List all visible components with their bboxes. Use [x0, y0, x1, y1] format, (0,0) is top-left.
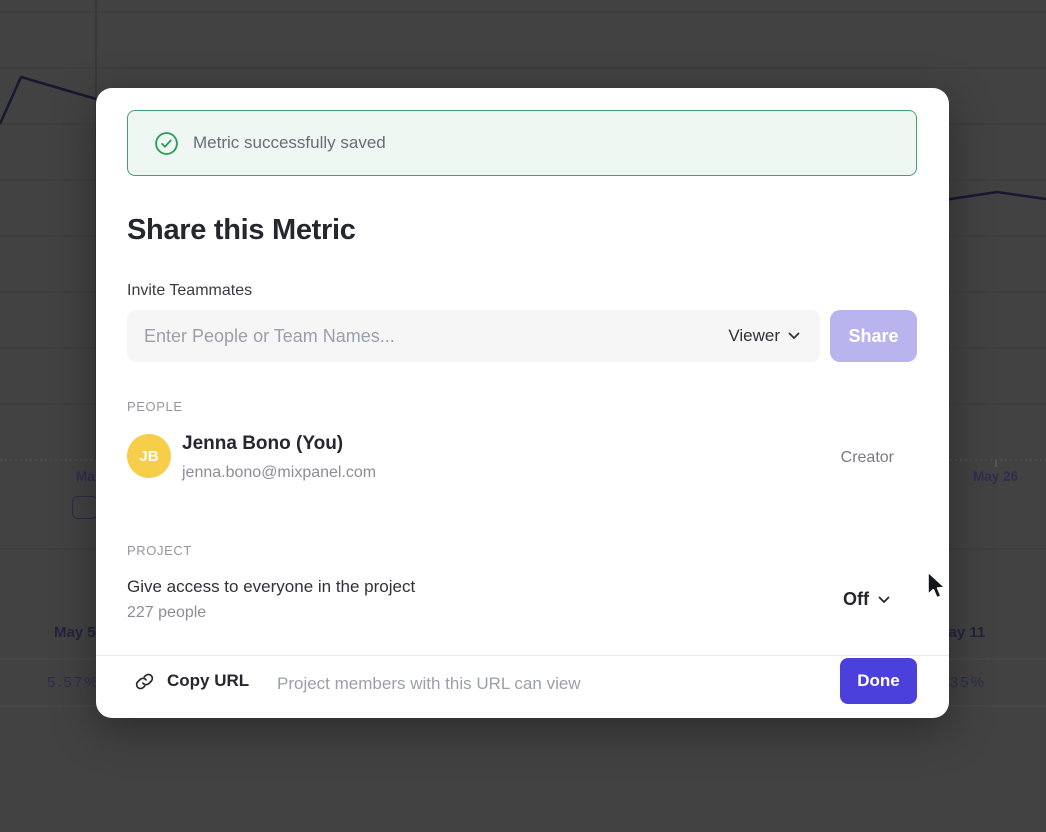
footer-hint: Project members with this URL can view — [277, 674, 581, 694]
footer-divider — [96, 655, 949, 656]
people-section-heading: PEOPLE — [127, 399, 183, 414]
chevron-down-icon — [878, 596, 890, 604]
chevron-down-icon — [788, 332, 800, 340]
project-access-title: Give access to everyone in the project — [127, 577, 415, 597]
role-dropdown-value: Viewer — [728, 326, 780, 346]
success-toast: Metric successfully saved — [127, 110, 917, 176]
table-value-right: 35% — [950, 674, 986, 691]
legend-chip — [72, 496, 98, 519]
invite-input[interactable] — [142, 325, 726, 348]
avatar: JB — [127, 434, 171, 478]
share-button[interactable]: Share — [830, 310, 917, 362]
link-icon — [135, 672, 154, 691]
project-access-dropdown[interactable]: Off — [843, 589, 890, 610]
toast-message: Metric successfully saved — [193, 133, 386, 153]
share-metric-modal: Metric successfully saved Share this Met… — [96, 88, 949, 718]
done-button[interactable]: Done — [840, 658, 917, 704]
project-access-dropdown-value: Off — [843, 589, 869, 610]
invite-input-container: Viewer — [127, 310, 820, 362]
project-access-subtitle: 227 people — [127, 604, 206, 622]
x-axis-label-partial: Ma — [76, 469, 95, 484]
table-value-left: 5.57% — [47, 674, 100, 691]
modal-title: Share this Metric — [127, 214, 356, 247]
member-email: jenna.bono@mixpanel.com — [182, 464, 376, 482]
copy-url-button[interactable]: Copy URL — [135, 671, 249, 691]
role-dropdown[interactable]: Viewer — [726, 320, 802, 352]
copy-url-label: Copy URL — [167, 671, 249, 691]
member-role: Creator — [841, 449, 894, 467]
project-section-heading: PROJECT — [127, 543, 192, 558]
member-name: Jenna Bono (You) — [182, 433, 343, 455]
screen: Ma May 26 May 5 May 11 5.57% 35% Metric … — [0, 0, 1046, 832]
x-axis-label: May 26 — [973, 469, 1018, 484]
table-header-left: May 5 — [54, 624, 96, 641]
invite-teammates-label: Invite Teammates — [127, 282, 252, 300]
check-circle-icon — [154, 131, 179, 156]
